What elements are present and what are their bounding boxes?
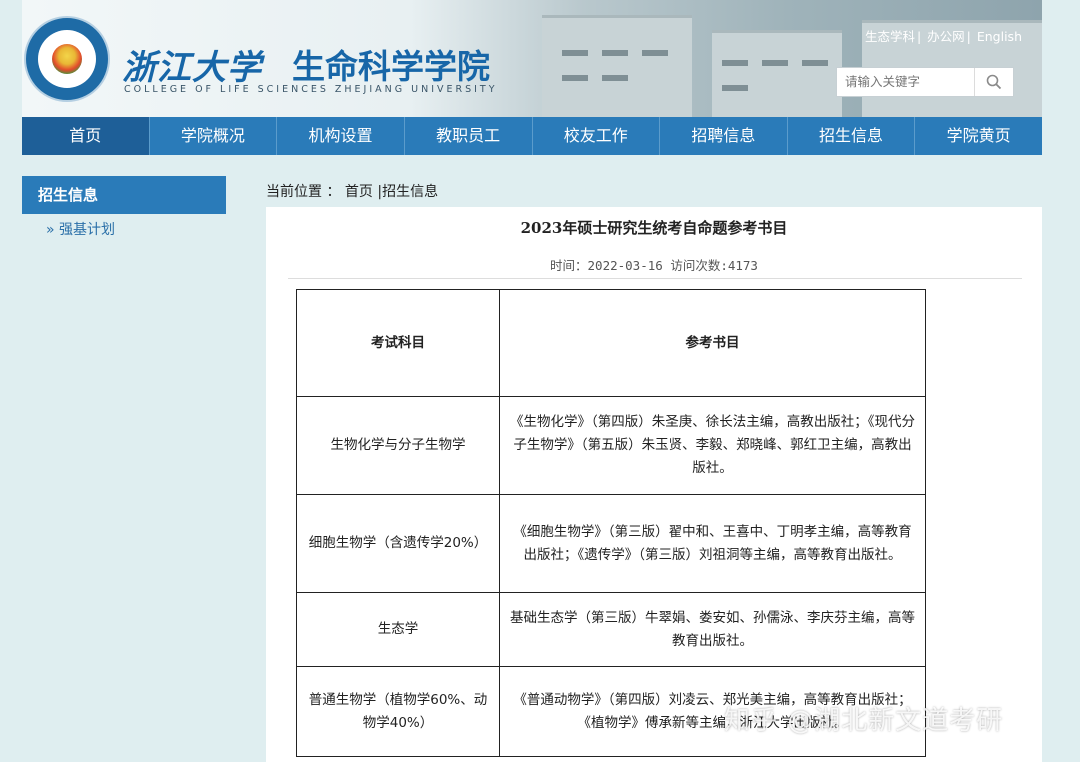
nav-home[interactable]: 首页 bbox=[22, 117, 150, 155]
subject-cell: 生物化学与分子生物学 bbox=[296, 396, 500, 495]
link-office[interactable]: 办公网 bbox=[927, 29, 965, 44]
school-name-en: COLLEGE OF LIFE SCIENCES ZHEJIANG UNIVER… bbox=[124, 84, 498, 95]
nav-admissions[interactable]: 招生信息 bbox=[788, 117, 916, 155]
sidebar-item-label: 强基计划 bbox=[59, 222, 116, 238]
books-cell: 基础生态学（第三版）牛翠娟、娄安如、孙儒泳、李庆芬主编，高等教育出版社。 bbox=[499, 592, 926, 667]
reference-books-table: 考试科目 参考书目 生物化学与分子生物学 《生物化学》（第四版）朱圣庚、徐长法主… bbox=[296, 289, 926, 757]
article-title: 2023年硕士研究生统考自命题参考书目 bbox=[520, 219, 788, 237]
breadcrumb-current[interactable]: 招生信息 bbox=[382, 184, 438, 200]
column-header-books: 参考书目 bbox=[499, 289, 926, 397]
breadcrumb-prefix: 当前位置 ： bbox=[266, 184, 341, 200]
college-logo[interactable] bbox=[24, 16, 110, 102]
sidebar-item-strong-base[interactable]: » 强基计划 bbox=[46, 219, 115, 239]
breadcrumb: 当前位置 ： 首页 |招生信息 bbox=[266, 181, 438, 201]
table-header-row: 考试科目 参考书目 bbox=[296, 289, 926, 397]
subject-cell: 细胞生物学（含遗传学20%） bbox=[296, 494, 500, 593]
search-icon bbox=[986, 74, 1002, 90]
subject-cell: 生态学 bbox=[296, 592, 500, 667]
article-panel: 2023年硕士研究生统考自命题参考书目 时间：2022-03-16 访问次数:4… bbox=[266, 207, 1042, 762]
watermark: 知乎 @湖北新文道考研 bbox=[724, 706, 1004, 736]
search-button[interactable] bbox=[974, 68, 1013, 96]
nav-about[interactable]: 学院概况 bbox=[150, 117, 278, 155]
search-box bbox=[836, 67, 1014, 97]
books-cell: 《生物化学》（第四版）朱圣庚、徐长法主编，高教出版社；《现代分子生物学》（第五版… bbox=[499, 396, 926, 495]
nav-recruitment[interactable]: 招聘信息 bbox=[660, 117, 788, 155]
books-cell: 《细胞生物学》（第三版）翟中和、王喜中、丁明孝主编，高等教育出版社；《遗传学》（… bbox=[499, 494, 926, 593]
divider bbox=[288, 278, 1022, 279]
nav-faculty[interactable]: 教职员工 bbox=[405, 117, 533, 155]
main-nav: 首页 学院概况 机构设置 教职员工 校友工作 招聘信息 招生信息 学院黄页 bbox=[22, 117, 1042, 155]
school-name-cn: 浙江大学 bbox=[122, 48, 262, 88]
table-row: 生态学 基础生态学（第三版）牛翠娟、娄安如、孙儒泳、李庆芬主编，高等教育出版社。 bbox=[296, 592, 926, 667]
site-header: 浙江大学 生命科学学院 COLLEGE OF LIFE SCIENCES ZHE… bbox=[22, 0, 1042, 117]
link-ecology[interactable]: 生态学科 bbox=[865, 29, 915, 44]
subject-cell: 普通生物学（植物学60%、动物学40%） bbox=[296, 666, 500, 757]
table-row: 生物化学与分子生物学 《生物化学》（第四版）朱圣庚、徐长法主编，高教出版社；《现… bbox=[296, 396, 926, 495]
column-header-subject: 考试科目 bbox=[296, 289, 500, 397]
nav-directory[interactable]: 学院黄页 bbox=[915, 117, 1042, 155]
breadcrumb-home[interactable]: 首页 bbox=[345, 184, 373, 200]
nav-alumni[interactable]: 校友工作 bbox=[533, 117, 661, 155]
chevron-right-icon: » bbox=[46, 222, 55, 238]
search-input[interactable] bbox=[837, 68, 987, 94]
article-meta: 时间：2022-03-16 访问次数:4173 bbox=[550, 258, 758, 273]
college-name-cn: 生命科学学院 bbox=[292, 47, 490, 86]
top-links: 生态学科 | 办公网 | English bbox=[864, 29, 1022, 44]
link-english[interactable]: English bbox=[977, 29, 1022, 44]
sidebar-heading: 招生信息 bbox=[22, 176, 226, 214]
nav-organization[interactable]: 机构设置 bbox=[277, 117, 405, 155]
table-row: 细胞生物学（含遗传学20%） 《细胞生物学》（第三版）翟中和、王喜中、丁明孝主编… bbox=[296, 494, 926, 593]
